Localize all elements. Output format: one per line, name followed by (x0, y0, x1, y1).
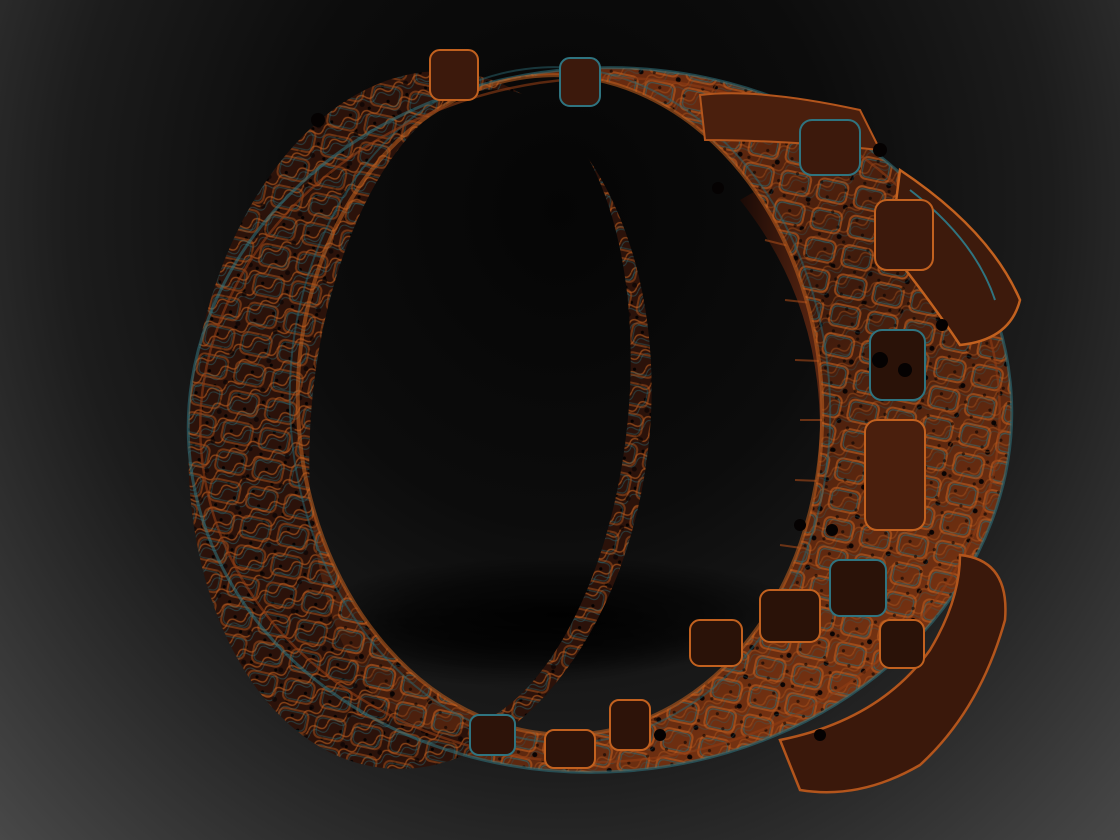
sculpted-ring-icon (0, 0, 1120, 840)
render-viewport (0, 0, 1120, 840)
